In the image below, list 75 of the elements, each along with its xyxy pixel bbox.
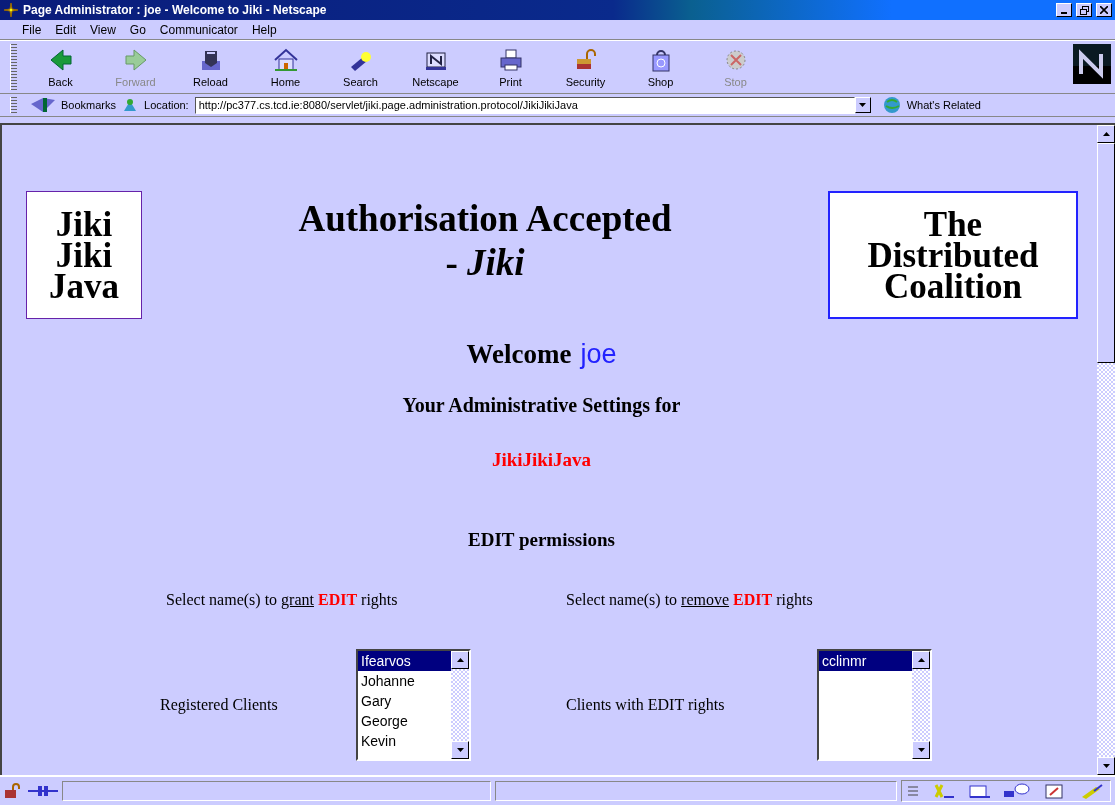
minimize-button[interactable]	[1056, 3, 1072, 17]
list-box[interactable]: cclinmr	[817, 649, 932, 761]
logo-text: Coalition	[883, 270, 1023, 302]
up-arrow-icon	[456, 658, 464, 662]
instruction-text: Select name(s) to remove EDIT rights	[566, 591, 814, 609]
down-arrow-icon	[917, 748, 925, 752]
toolbar-button[interactable]: Search	[323, 46, 398, 88]
down-arrow-icon	[456, 748, 464, 752]
scroll-down-button[interactable]	[1097, 757, 1115, 775]
toolbar-button[interactable]: Security	[548, 46, 623, 88]
toolbar-button[interactable]: Shop	[623, 46, 698, 88]
up-arrow-icon	[1102, 132, 1110, 136]
composer-icon[interactable]	[1044, 783, 1066, 799]
url-field[interactable]: http://pc377.cs.tcd.ie:8080/servlet/jiki.page.administration.protocol/JikiJikiJava	[194, 96, 855, 114]
scrollbar-thumb[interactable]	[1097, 143, 1115, 363]
bookmark-icon	[29, 96, 57, 114]
window-title: Page Administrator : joe - Welcome to Jiki - Netscape	[23, 3, 328, 17]
toolbar-button[interactable]: Reload	[173, 46, 248, 88]
page-name: JikiJikiJava	[490, 449, 593, 471]
list-option[interactable]: cclinmr	[819, 651, 912, 671]
list-option[interactable]: Kevin	[358, 731, 451, 751]
toolbar-grip[interactable]	[10, 44, 17, 90]
menu-item[interactable]: Edit	[55, 22, 77, 37]
toolbar-button[interactable]: Home	[248, 46, 323, 88]
list-label: Registered Clients	[160, 696, 279, 714]
logo-text: Jiki	[55, 208, 113, 240]
scroll-up-button[interactable]	[1097, 125, 1115, 143]
scroll-down-button[interactable]	[451, 741, 469, 759]
restore-button[interactable]	[1076, 3, 1092, 17]
menu-item[interactable]: Communicator	[159, 22, 238, 37]
list-option[interactable]: Johanne	[358, 671, 451, 691]
close-icon	[1100, 6, 1108, 14]
toolbar-grip[interactable]	[10, 97, 17, 113]
mail-icon[interactable]	[968, 783, 990, 799]
section-title: EDIT permissions	[467, 529, 616, 551]
instruction-text: Select name(s) to grant EDIT rights	[166, 591, 399, 609]
logo-text: Java	[49, 270, 119, 302]
globe-icon	[882, 96, 903, 114]
list-box[interactable]: Ifearvos Johanne Gary George Kevin	[356, 649, 471, 761]
netscape-logo-icon	[1073, 44, 1111, 84]
list-label: Clients with EDIT rights	[566, 696, 726, 714]
location-icon	[122, 97, 139, 113]
settings-heading: Your Administrative Settings for	[401, 394, 682, 417]
toolbar-button[interactable]: Netscape	[398, 46, 473, 88]
list-option[interactable]: George	[358, 711, 451, 731]
scroll-up-button[interactable]	[912, 651, 930, 669]
user-name: joe	[580, 339, 617, 370]
page-heading: Authorisation Accepted	[298, 197, 672, 241]
page-subheading: - Jiki	[445, 241, 525, 285]
menu-item[interactable]: View	[90, 22, 116, 37]
whats-related-button[interactable]: What's Related	[882, 96, 981, 114]
grip-icon	[908, 785, 918, 797]
menu-item[interactable]: Go	[129, 22, 146, 37]
up-arrow-icon	[917, 658, 925, 662]
connection-icon	[28, 784, 58, 798]
menu-item[interactable]: File	[22, 22, 42, 37]
pen-icon[interactable]	[1080, 783, 1104, 799]
logo-text: Jiki	[55, 239, 113, 271]
down-arrow-icon	[1102, 764, 1110, 768]
welcome-text: Welcome	[466, 339, 572, 370]
list-option[interactable]: Gary	[358, 691, 451, 711]
toolbar-button[interactable]: Back	[23, 46, 98, 88]
scroll-up-button[interactable]	[451, 651, 469, 669]
caret-icon	[859, 103, 867, 107]
logo-text: The	[923, 208, 983, 240]
menu-item[interactable]: Help	[251, 22, 277, 37]
newsgroup-icon[interactable]	[1004, 783, 1030, 799]
close-button[interactable]	[1096, 3, 1112, 17]
toolbar-button[interactable]: Print	[473, 46, 548, 88]
bookmarks-button[interactable]: Bookmarks	[29, 96, 117, 114]
scroll-down-button[interactable]	[912, 741, 930, 759]
restore-icon	[1079, 5, 1089, 15]
logo-text: Distributed	[867, 239, 1039, 271]
location-label: Location:	[144, 99, 189, 111]
list-option[interactable]: Ifearvos	[358, 651, 451, 671]
